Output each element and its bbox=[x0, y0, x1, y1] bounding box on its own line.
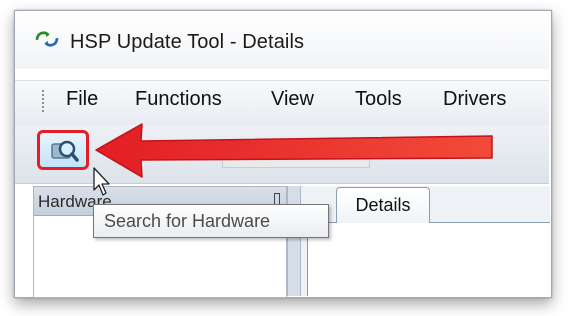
mouse-cursor-icon bbox=[93, 167, 110, 196]
search-tooltip: Search for Hardware bbox=[93, 204, 329, 238]
annotation-arrow bbox=[95, 123, 493, 178]
